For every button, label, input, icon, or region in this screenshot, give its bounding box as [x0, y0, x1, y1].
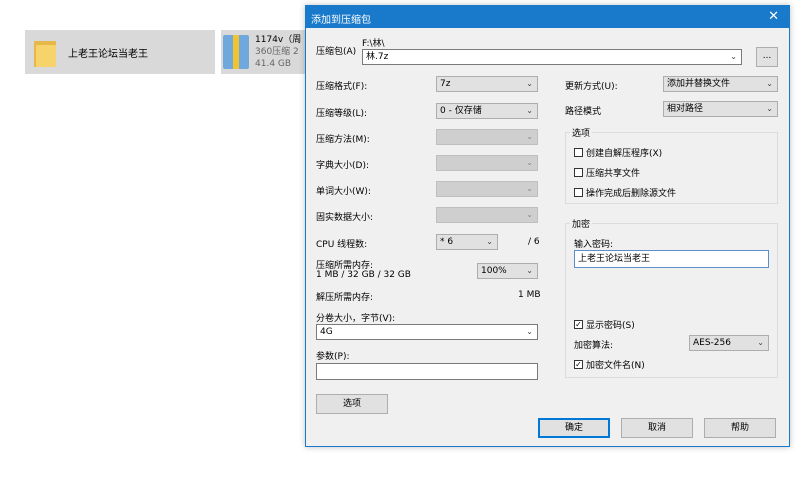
mem-decomp-value: 1 MB	[518, 290, 541, 300]
help-button[interactable]: 帮助	[704, 418, 776, 438]
solid-label: 固实数据大小:	[316, 213, 374, 223]
cpu-select[interactable]: * 6 ⌄	[436, 234, 498, 250]
params-input[interactable]	[316, 363, 538, 380]
chevron-down-icon: ⌄	[526, 327, 533, 336]
folder-name: 上老王论坛当老王	[68, 48, 148, 60]
cpu-label: CPU 线程数:	[316, 240, 368, 250]
shared-checkbox[interactable]: 压缩共享文件	[574, 166, 640, 179]
browse-button[interactable]: ...	[756, 47, 778, 67]
level-select[interactable]: 0 - 仅存储 ⌄	[436, 103, 538, 119]
folder-tile[interactable]: 上老王论坛当老王	[25, 30, 215, 74]
archive-type: 360压缩 2	[255, 47, 299, 57]
update-select[interactable]: 添加并替换文件 ⌄	[663, 76, 778, 92]
password-input[interactable]: 上老王论坛当老王	[574, 250, 769, 268]
checkbox-checked-icon: ✓	[574, 360, 583, 369]
zip-archive-icon	[223, 35, 249, 69]
chevron-down-icon: ⌄	[757, 338, 764, 347]
cpu-total: / 6	[528, 237, 540, 247]
chevron-down-icon: ⌄	[526, 132, 533, 141]
archive-path: F:\林\	[362, 39, 385, 49]
dialog-title: 添加到压缩包	[311, 15, 371, 26]
solid-select[interactable]: ⌄	[436, 207, 538, 223]
volume-select[interactable]: 4G ⌄	[316, 324, 538, 340]
archive-label: 压缩包(A)	[316, 47, 357, 57]
chevron-down-icon: ⌄	[766, 104, 773, 113]
add-to-archive-dialog: 添加到压缩包 ✕ 压缩包(A) F:\林\ 林.7z ⌄ ... 压缩格式(F)…	[305, 5, 790, 447]
params-label: 参数(P):	[316, 352, 350, 362]
encrypt-group-title: 加密	[570, 217, 593, 230]
delete-checkbox[interactable]: 操作完成后删除源文件	[574, 186, 676, 199]
word-select[interactable]: ⌄	[436, 181, 538, 197]
chevron-down-icon: ⌄	[526, 106, 533, 115]
volume-label: 分卷大小，字节(V):	[316, 314, 396, 324]
dict-select[interactable]: ⌄	[436, 155, 538, 171]
path-label: 路径模式	[565, 107, 602, 117]
method-label: 压缩方法(M):	[316, 135, 370, 145]
cancel-button[interactable]: 取消	[621, 418, 693, 438]
format-label: 压缩格式(F):	[316, 82, 368, 92]
dict-label: 字典大小(D):	[316, 161, 369, 171]
chevron-down-icon: ⌄	[526, 184, 533, 193]
close-icon[interactable]: ✕	[768, 9, 779, 24]
mem-comp-value: 1 MB / 32 GB / 32 GB	[316, 270, 411, 280]
update-label: 更新方式(U):	[565, 82, 618, 92]
chevron-down-icon: ⌄	[526, 266, 533, 275]
mem-decomp-label: 解压所需内存:	[316, 293, 374, 303]
folder-icon	[34, 37, 56, 67]
options-button[interactable]: 选项	[316, 394, 388, 414]
sfx-checkbox[interactable]: 创建自解压程序(X)	[574, 146, 662, 159]
show-password-checkbox[interactable]: ✓ 显示密码(S)	[574, 318, 635, 331]
word-label: 单词大小(W):	[316, 187, 371, 197]
chevron-down-icon: ⌄	[486, 237, 493, 246]
chevron-down-icon: ⌄	[526, 158, 533, 167]
method-select[interactable]: ⌄	[436, 129, 538, 145]
archive-name-input[interactable]: 林.7z ⌄	[362, 49, 742, 65]
chevron-down-icon: ⌄	[766, 79, 773, 88]
checkbox-checked-icon: ✓	[574, 320, 583, 329]
checkbox-icon	[574, 188, 583, 197]
archive-name: 1174v（周	[255, 35, 302, 45]
enc-method-label: 加密算法:	[574, 341, 614, 351]
chevron-down-icon: ⌄	[526, 210, 533, 219]
options-group-title: 选项	[570, 126, 593, 139]
checkbox-icon	[574, 148, 583, 157]
chevron-down-icon: ⌄	[526, 79, 533, 88]
ok-button[interactable]: 确定	[538, 418, 610, 438]
chevron-down-icon[interactable]: ⌄	[730, 50, 737, 64]
path-select[interactable]: 相对路径 ⌄	[663, 101, 778, 117]
title-bar[interactable]: 添加到压缩包 ✕	[306, 6, 789, 28]
checkbox-icon	[574, 168, 583, 177]
archive-size: 41.4 GB	[255, 59, 292, 69]
format-select[interactable]: 7z ⌄	[436, 76, 538, 92]
password-label: 输入密码:	[574, 240, 614, 250]
archive-tile[interactable]: 1174v（周 360压缩 2 41.4 GB	[221, 30, 311, 74]
level-label: 压缩等级(L):	[316, 109, 368, 119]
encrypt-names-checkbox[interactable]: ✓ 加密文件名(N)	[574, 358, 645, 371]
mem-percent-select[interactable]: 100% ⌄	[477, 263, 538, 279]
enc-method-select[interactable]: AES-256 ⌄	[689, 335, 769, 351]
